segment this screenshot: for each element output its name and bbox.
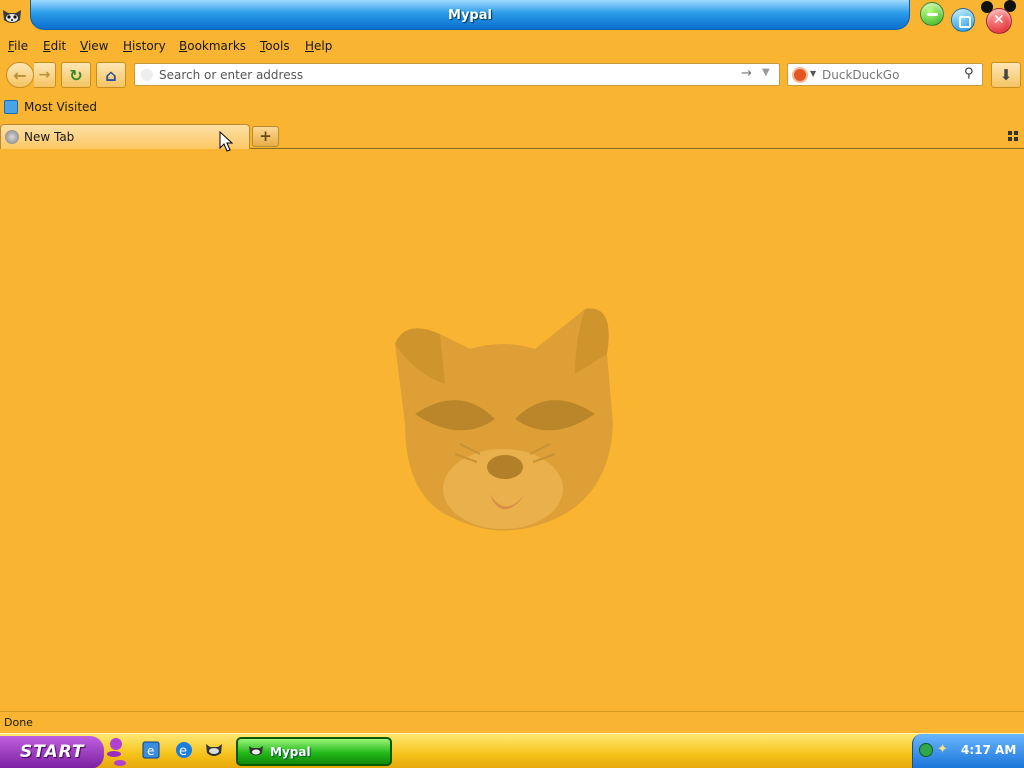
menu-history-rest: istory bbox=[132, 39, 166, 53]
menu-bookmarks-accel: B bbox=[179, 39, 188, 53]
tab-new-tab[interactable]: New Tab bbox=[0, 124, 250, 149]
title-bar: Mypal bbox=[0, 0, 1024, 36]
close-button[interactable] bbox=[981, 1, 1012, 34]
plus-icon: + bbox=[259, 127, 272, 145]
start-splash-decoration bbox=[107, 738, 126, 766]
navigation-toolbar: ← → ↻ ⌂ → ▼ ▼ ⚲ ⬇ bbox=[0, 60, 1024, 90]
magnifier-icon[interactable]: ⚲ bbox=[964, 66, 974, 81]
downloads-button[interactable]: ⬇ bbox=[991, 62, 1021, 88]
home-icon: ⌂ bbox=[105, 65, 117, 85]
most-visited-label: Most Visited bbox=[24, 100, 98, 114]
menu-help[interactable]: Help bbox=[305, 39, 332, 53]
menu-bookmarks-rest: ookmarks bbox=[187, 39, 247, 53]
raccoon-logo-watermark bbox=[395, 308, 613, 531]
start-label: START bbox=[20, 742, 85, 762]
status-text: Done bbox=[4, 716, 33, 729]
window-title: Mypal bbox=[448, 8, 492, 23]
menu-history[interactable]: History bbox=[123, 39, 166, 53]
menu-file[interactable]: File bbox=[8, 39, 28, 53]
menu-bookmarks[interactable]: Bookmarks bbox=[179, 39, 246, 53]
search-bar[interactable]: ▼ ⚲ bbox=[787, 63, 983, 86]
menu-bar: File Edit View History Bookmarks Tools H… bbox=[0, 37, 1024, 57]
start-button[interactable]: START bbox=[0, 736, 104, 768]
menu-help-rest: elp bbox=[314, 39, 333, 53]
status-bar: Done bbox=[0, 711, 1024, 733]
menu-history-accel: H bbox=[123, 39, 133, 53]
menu-help-accel: H bbox=[305, 39, 315, 53]
list-all-tabs-icon[interactable] bbox=[1008, 131, 1018, 141]
reload-icon: ↻ bbox=[69, 65, 83, 85]
duckduckgo-icon[interactable] bbox=[792, 67, 808, 83]
svg-text:e: e bbox=[179, 744, 187, 759]
mouse-cursor-icon bbox=[219, 131, 233, 152]
tab-strip: New Tab + bbox=[0, 124, 1024, 149]
raccoon-icon bbox=[249, 746, 263, 756]
bookmarks-toolbar: Most Visited bbox=[0, 99, 1024, 119]
address-bar[interactable]: → ▼ bbox=[134, 63, 780, 86]
history-dropdown-icon[interactable]: ▼ bbox=[762, 67, 770, 78]
menu-view-rest: iew bbox=[87, 39, 109, 53]
tab-label: New Tab bbox=[24, 130, 75, 144]
address-input[interactable] bbox=[159, 66, 719, 84]
most-visited-bookmark[interactable]: Most Visited bbox=[4, 100, 97, 114]
home-button[interactable]: ⌂ bbox=[96, 62, 126, 88]
wand-tray-icon[interactable]: ✦ bbox=[937, 742, 948, 757]
reload-button[interactable]: ↻ bbox=[61, 62, 91, 88]
globe-icon bbox=[5, 130, 19, 144]
search-input[interactable] bbox=[822, 66, 958, 84]
network-tray-icon[interactable] bbox=[919, 743, 933, 757]
maximize-button[interactable] bbox=[951, 8, 975, 32]
quicklaunch-ie-icon[interactable]: e bbox=[142, 741, 160, 759]
menu-view[interactable]: View bbox=[80, 39, 108, 53]
title-pill: Mypal bbox=[30, 0, 910, 30]
forward-button[interactable]: → bbox=[34, 62, 56, 88]
go-arrow-icon[interactable]: → bbox=[741, 66, 752, 81]
system-tray: ✦ 4:17 AM bbox=[912, 734, 1024, 768]
taskbar-item-label: Mypal bbox=[270, 745, 311, 759]
back-arrow-icon: ← bbox=[13, 65, 27, 85]
menu-view-accel: V bbox=[80, 39, 88, 53]
clock[interactable]: 4:17 AM bbox=[961, 743, 1016, 757]
site-identity-icon[interactable] bbox=[141, 69, 153, 81]
engine-dropdown-icon[interactable]: ▼ bbox=[810, 69, 816, 78]
page-content bbox=[0, 149, 1024, 711]
menu-edit-rest: dit bbox=[50, 39, 67, 53]
taskbar-item-mypal[interactable]: Mypal bbox=[236, 737, 392, 766]
quicklaunch-mypal-icon[interactable] bbox=[205, 741, 223, 759]
svg-text:e: e bbox=[147, 744, 154, 758]
raccoon-app-icon[interactable] bbox=[2, 8, 22, 26]
menu-file-rest: ile bbox=[14, 39, 29, 53]
menu-tools[interactable]: Tools bbox=[260, 39, 290, 53]
menu-tools-rest: ools bbox=[265, 39, 290, 53]
download-icon: ⬇ bbox=[999, 66, 1013, 84]
menu-edit-accel: E bbox=[43, 39, 51, 53]
new-tab-button[interactable]: + bbox=[252, 126, 279, 147]
most-visited-folder-icon bbox=[4, 100, 18, 114]
back-button[interactable]: ← bbox=[6, 62, 34, 88]
menu-edit[interactable]: Edit bbox=[43, 39, 66, 53]
taskbar: START e e Mypal ✦ 4:17 AM bbox=[0, 733, 1024, 768]
minimize-button[interactable] bbox=[920, 2, 944, 26]
forward-arrow-icon: → bbox=[38, 67, 51, 83]
quicklaunch-internet-explorer-icon[interactable]: e bbox=[175, 741, 193, 759]
